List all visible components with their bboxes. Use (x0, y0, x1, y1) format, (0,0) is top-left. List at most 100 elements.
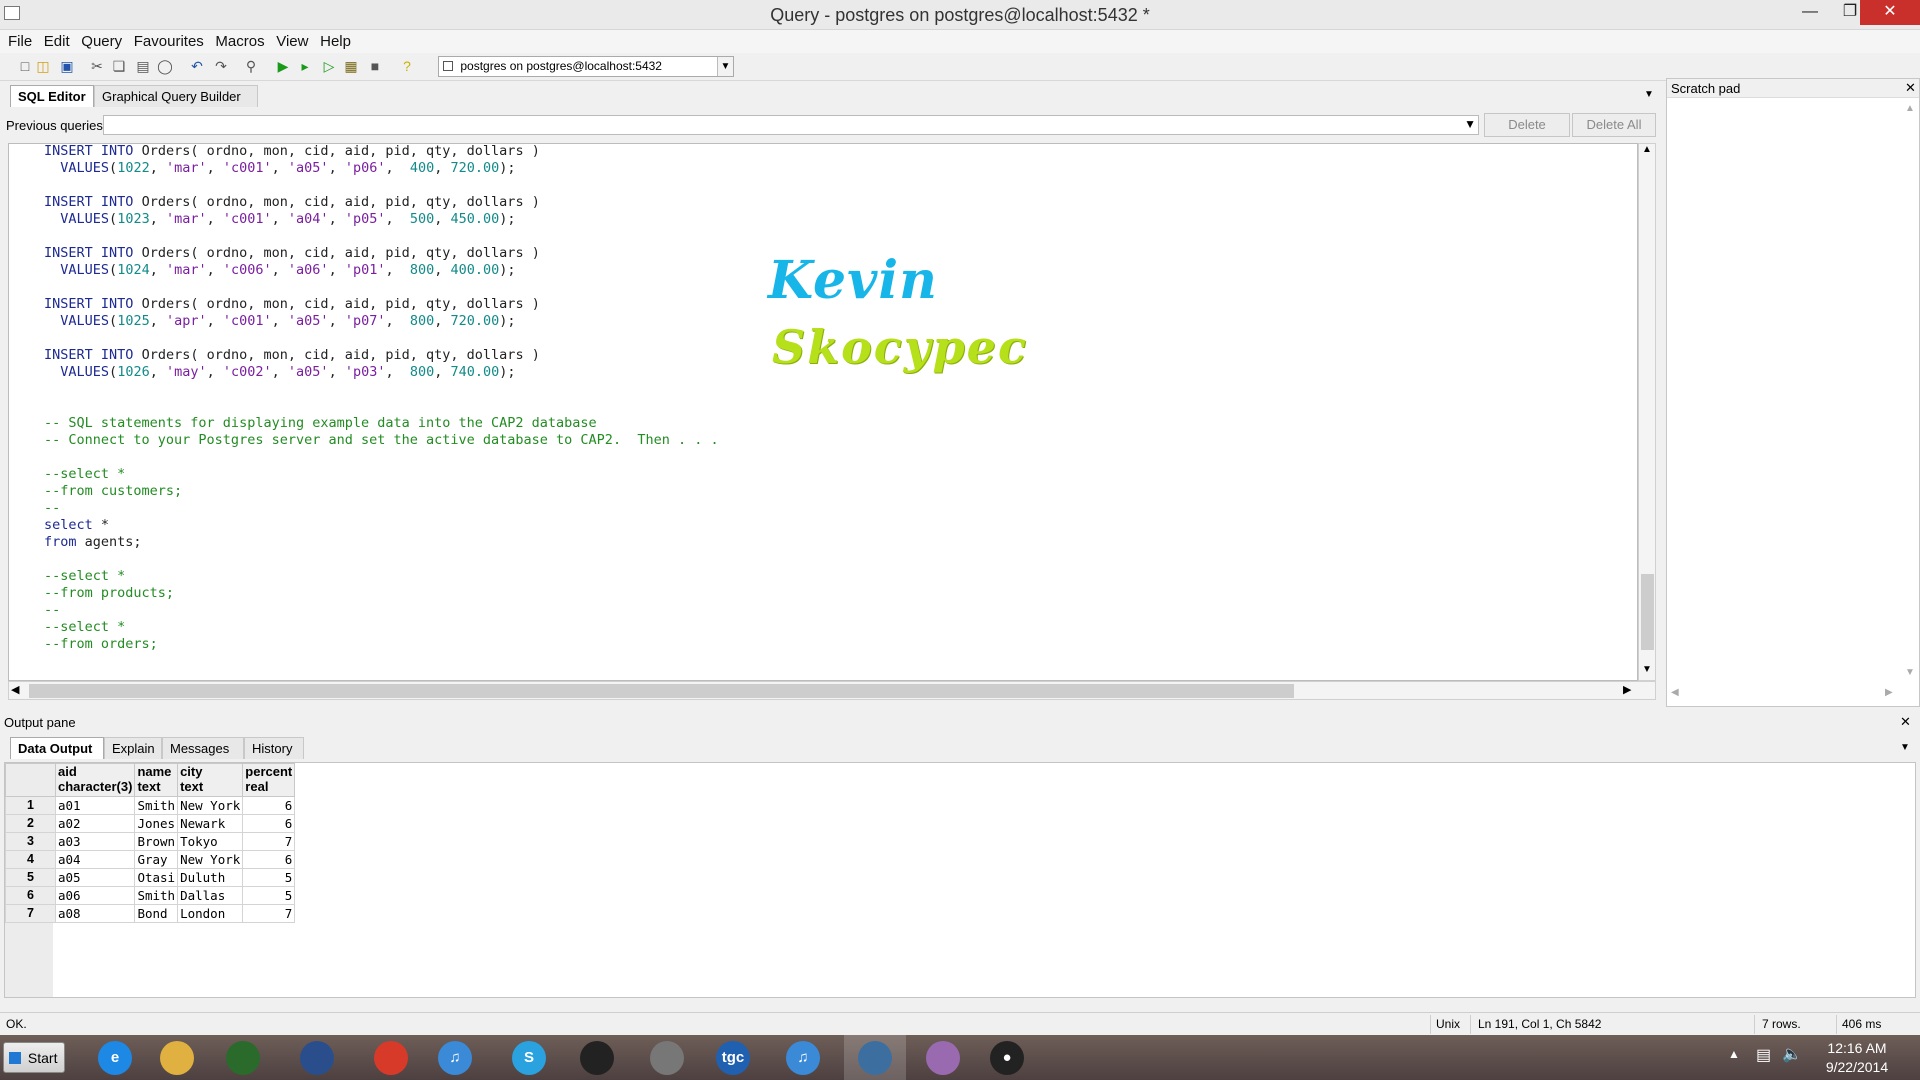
cell-city[interactable]: Dallas (177, 886, 244, 905)
chevron-down-icon[interactable]: ▼ (717, 57, 733, 76)
connection-select[interactable]: postgres on postgres@localhost:5432 ▼ (438, 56, 734, 77)
row-number[interactable]: 4 (5, 850, 56, 869)
previous-queries-select[interactable]: ▼ (103, 115, 1479, 135)
tab-messages[interactable]: Messages (162, 737, 244, 759)
explain-icon[interactable]: ▦ (342, 57, 360, 75)
vertical-scrollbar[interactable]: ▲ ▼ (1638, 143, 1656, 681)
taskbar-file-explorer-button[interactable] (146, 1035, 208, 1080)
scroll-down-icon[interactable]: ▼ (1642, 664, 1652, 675)
system-clock[interactable]: 12:16 AM 9/22/2014 (1806, 1039, 1908, 1077)
delete-button[interactable]: Delete (1484, 113, 1570, 137)
taskbar-paint-button[interactable] (912, 1035, 974, 1080)
column-header-city[interactable]: city text (177, 763, 244, 797)
cancel-query-icon[interactable]: ■ (366, 57, 384, 75)
show-hidden-icons-icon[interactable]: ▲ (1728, 1047, 1740, 1061)
start-button[interactable]: Start (3, 1042, 65, 1073)
execute-icon[interactable]: ▶ (274, 57, 292, 75)
cell-city[interactable]: New York (177, 796, 244, 815)
column-header-percent[interactable]: percent real (242, 763, 296, 797)
cell-percent[interactable]: 7 (242, 904, 296, 923)
scroll-up-icon[interactable]: ▲ (1905, 103, 1915, 114)
network-icon[interactable]: ▤ (1756, 1045, 1771, 1065)
table-row[interactable]: 5 a05 Otasi Duluth 5 (5, 868, 296, 887)
cell-percent[interactable]: 5 (242, 868, 296, 887)
volume-icon[interactable]: 🔈 (1782, 1044, 1802, 1064)
cell-aid[interactable]: a08 (54, 904, 136, 923)
taskbar-files-button[interactable] (636, 1035, 698, 1080)
clear-icon[interactable]: ◯ (156, 57, 174, 75)
cell-city[interactable]: New York (177, 850, 244, 869)
close-icon[interactable]: ✕ (1900, 714, 1911, 730)
data-grid[interactable]: aid character(3) name text city text percent re… (4, 762, 1916, 998)
cell-name[interactable]: Otasi (134, 868, 179, 887)
taskbar-itunes-2-button[interactable]: ♫ (772, 1035, 834, 1080)
taskbar-skype-button[interactable]: S (498, 1035, 560, 1080)
taskbar-lenovo-button[interactable] (286, 1035, 348, 1080)
cell-name[interactable]: Smith (134, 886, 179, 905)
menu-file[interactable]: File (8, 30, 32, 50)
scratch-pad[interactable]: Scratch pad ✕ ▲ ▼ ◀ ▶ (1666, 78, 1920, 707)
menu-help[interactable]: Help (320, 30, 351, 50)
taskbar-razer-button[interactable] (212, 1035, 274, 1080)
close-icon[interactable]: ✕ (1905, 80, 1916, 96)
execute-pgscript-icon[interactable]: ▸ (296, 57, 314, 75)
cell-name[interactable]: Brown (134, 832, 179, 851)
scroll-down-icon[interactable]: ▼ (1905, 667, 1915, 678)
minimize-button[interactable]: — (1790, 0, 1830, 24)
scroll-right-icon[interactable]: ▶ (1623, 683, 1631, 696)
cell-name[interactable]: Jones (134, 814, 179, 833)
table-row[interactable]: 3 a03 Brown Tokyo 7 (5, 832, 296, 851)
horizontal-scrollbar[interactable]: ◀ ▶ (8, 681, 1656, 700)
tab-data-output[interactable]: Data Output (10, 737, 104, 759)
row-number[interactable]: 5 (5, 868, 56, 887)
paste-icon[interactable]: ▤ (134, 57, 152, 75)
taskbar-tgc-button[interactable]: tgc (702, 1035, 764, 1080)
taskbar-pgadmin-button[interactable] (844, 1035, 906, 1080)
cell-aid[interactable]: a02 (54, 814, 136, 833)
tab-explain[interactable]: Explain (104, 737, 162, 759)
column-header-name[interactable]: name text (134, 763, 179, 797)
taskbar-itunes-button[interactable]: ♫ (424, 1035, 486, 1080)
row-number[interactable]: 3 (5, 832, 56, 851)
tab-sql-editor[interactable]: SQL Editor (10, 85, 94, 107)
cell-percent[interactable]: 6 (242, 796, 296, 815)
cell-aid[interactable]: a05 (54, 868, 136, 887)
cell-name[interactable]: Smith (134, 796, 179, 815)
cell-aid[interactable]: a06 (54, 886, 136, 905)
close-button[interactable]: ✕ (1860, 0, 1920, 25)
sql-editor[interactable]: INSERT INTO Orders( ordno, mon, cid, aid… (8, 143, 1638, 681)
cell-name[interactable]: Gray (134, 850, 179, 869)
find-icon[interactable]: ⚲ (242, 57, 260, 75)
tab-graphical-query-builder[interactable]: Graphical Query Builder (94, 85, 258, 107)
code-text[interactable]: INSERT INTO Orders( ordno, mon, cid, aid… (44, 144, 719, 653)
row-number[interactable]: 7 (5, 904, 56, 923)
cell-city[interactable]: Newark (177, 814, 244, 833)
cell-aid[interactable]: a01 (54, 796, 136, 815)
scroll-left-icon[interactable]: ◀ (11, 683, 19, 696)
taskbar-chrome-button[interactable] (360, 1035, 422, 1080)
cell-percent[interactable]: 6 (242, 850, 296, 869)
cell-city[interactable]: Duluth (177, 868, 244, 887)
cell-aid[interactable]: a03 (54, 832, 136, 851)
open-folder-icon[interactable]: ◫ (34, 57, 52, 75)
cut-icon[interactable]: ✂ (88, 57, 106, 75)
row-number[interactable]: 1 (5, 796, 56, 815)
cell-percent[interactable]: 5 (242, 886, 296, 905)
tab-menu-icon[interactable]: ▼ (1644, 89, 1654, 100)
column-header-aid[interactable]: aid character(3) (54, 763, 136, 797)
redo-icon[interactable]: ↷ (212, 57, 230, 75)
table-row[interactable]: 2 a02 Jones Newark 6 (5, 814, 296, 833)
menu-macros[interactable]: Macros (215, 30, 264, 50)
delete-all-button[interactable]: Delete All (1572, 113, 1656, 137)
row-number[interactable]: 6 (5, 886, 56, 905)
cell-city[interactable]: London (177, 904, 244, 923)
taskbar-github-button[interactable]: ● (976, 1035, 1038, 1080)
help-icon[interactable]: ? (398, 57, 416, 75)
tab-history[interactable]: History (244, 737, 304, 759)
new-file-icon[interactable]: □ (16, 57, 34, 75)
menu-favourites[interactable]: Favourites (134, 30, 204, 50)
scroll-thumb[interactable] (29, 684, 1294, 698)
table-row[interactable]: 7 a08 Bond London 7 (5, 904, 296, 923)
menu-view[interactable]: View (276, 30, 308, 50)
tab-menu-icon[interactable]: ▼ (1900, 742, 1910, 753)
